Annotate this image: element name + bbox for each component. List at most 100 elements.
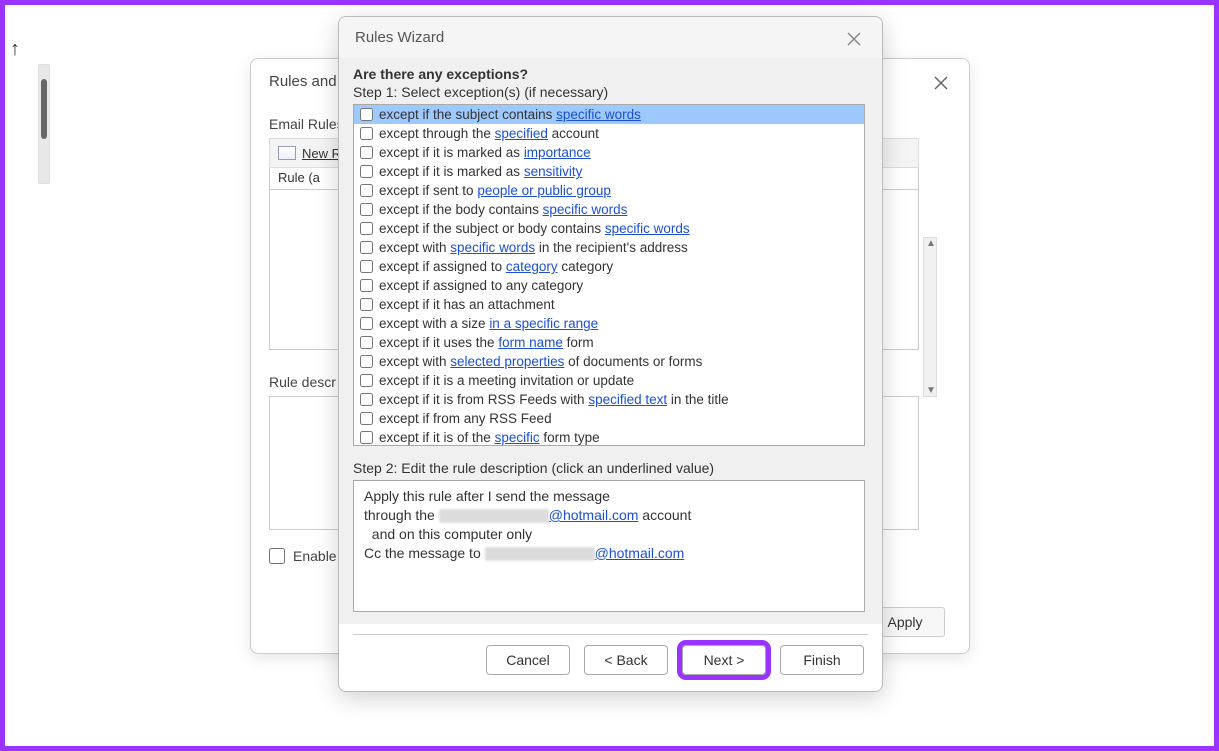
exception-checkbox[interactable] — [360, 184, 373, 197]
account-link[interactable]: @hotmail.com — [549, 507, 639, 523]
list-scrollbar[interactable]: ▲ ▼ — [923, 237, 937, 397]
exception-link[interactable]: importance — [524, 145, 591, 160]
next-button[interactable]: Next > — [682, 645, 766, 675]
exception-link[interactable]: specific words — [605, 221, 690, 236]
close-icon[interactable] — [929, 71, 953, 95]
enable-label: Enable — [293, 548, 337, 564]
exception-item[interactable]: except if it is marked as sensitivity — [354, 162, 864, 181]
exception-item[interactable]: except if it is marked as importance — [354, 143, 864, 162]
exception-label: except if from any RSS Feed — [379, 411, 552, 426]
exception-checkbox[interactable] — [360, 393, 373, 406]
rules-wizard-dialog: Rules Wizard Are there any exceptions? S… — [338, 16, 883, 692]
exception-item[interactable]: except if from any RSS Feed — [354, 409, 864, 428]
exceptions-list[interactable]: except if the subject contains specific … — [353, 104, 865, 446]
exception-checkbox[interactable] — [360, 146, 373, 159]
exception-label: except if assigned to any category — [379, 278, 583, 293]
exception-label: except if it is of the specific form typ… — [379, 430, 600, 445]
exception-checkbox[interactable] — [360, 431, 373, 444]
exception-label: except with selected properties of docum… — [379, 354, 702, 369]
exception-item[interactable]: except if it is from RSS Feeds with spec… — [354, 390, 864, 409]
desc-line-2: through the @hotmail.com account — [364, 506, 854, 525]
up-arrow-icon: ↑ — [10, 38, 20, 61]
cancel-button[interactable]: Cancel — [486, 645, 570, 675]
wizard-question: Are there any exceptions? — [353, 66, 868, 82]
exception-link[interactable]: specific words — [556, 107, 641, 122]
exception-item[interactable]: except with a size in a specific range — [354, 314, 864, 333]
desc-line-4: Cc the message to @hotmail.com — [364, 544, 854, 563]
exception-checkbox[interactable] — [360, 336, 373, 349]
step1-label: Step 1: Select exception(s) (if necessar… — [353, 84, 868, 100]
exception-label: except if the subject or body contains s… — [379, 221, 690, 236]
exception-link[interactable]: specific words — [450, 240, 535, 255]
exception-checkbox[interactable] — [360, 127, 373, 140]
exception-checkbox[interactable] — [360, 241, 373, 254]
exception-link[interactable]: specified — [495, 126, 548, 141]
scroll-down-icon[interactable]: ▼ — [926, 385, 936, 396]
back-button[interactable]: < Back — [584, 645, 668, 675]
exception-checkbox[interactable] — [360, 374, 373, 387]
exception-label: except if it has an attachment — [379, 297, 555, 312]
exception-link[interactable]: category — [506, 259, 558, 274]
exception-label: except if it is from RSS Feeds with spec… — [379, 392, 729, 407]
scroll-up-icon[interactable]: ▲ — [926, 238, 936, 249]
exception-item[interactable]: except if assigned to any category — [354, 276, 864, 295]
exception-item[interactable]: except if it has an attachment — [354, 295, 864, 314]
exception-link[interactable]: specific — [495, 430, 540, 445]
new-rule-icon — [278, 146, 296, 160]
redacted-recipient — [485, 547, 595, 561]
recipient-link[interactable]: @hotmail.com — [595, 545, 685, 561]
exception-item[interactable]: except if assigned to category category — [354, 257, 864, 276]
exception-label: except if assigned to category category — [379, 259, 613, 274]
exception-label: except if the subject contains specific … — [379, 107, 641, 122]
exception-item[interactable]: except if the subject or body contains s… — [354, 219, 864, 238]
exception-label: except if sent to people or public group — [379, 183, 611, 198]
separator — [353, 634, 868, 635]
exception-checkbox[interactable] — [360, 317, 373, 330]
exception-item[interactable]: except if sent to people or public group — [354, 181, 864, 200]
exception-label: except with a size in a specific range — [379, 316, 598, 331]
desc-line-1: Apply this rule after I send the message — [364, 487, 854, 506]
left-scrollbar[interactable] — [38, 64, 50, 184]
exception-label: except if it is marked as sensitivity — [379, 164, 582, 179]
exception-label: except through the specified account — [379, 126, 599, 141]
exception-link[interactable]: selected properties — [450, 354, 564, 369]
rule-description-editor[interactable]: Apply this rule after I send the message… — [353, 480, 865, 612]
exception-item[interactable]: except if it uses the form name form — [354, 333, 864, 352]
exception-item[interactable]: except if it is of the specific form typ… — [354, 428, 864, 446]
exception-checkbox[interactable] — [360, 298, 373, 311]
exception-link[interactable]: in a specific range — [489, 316, 598, 331]
exception-link[interactable]: sensitivity — [524, 164, 583, 179]
wizard-button-row: Cancel < Back Next > Finish — [486, 645, 864, 675]
exception-checkbox[interactable] — [360, 165, 373, 178]
step2-label: Step 2: Edit the rule description (click… — [353, 460, 868, 476]
enable-checkbox-input[interactable] — [269, 548, 285, 564]
exception-item[interactable]: except if it is a meeting invitation or … — [354, 371, 864, 390]
desc-line-3: and on this computer only — [364, 525, 854, 544]
exception-link[interactable]: people or public group — [477, 183, 611, 198]
exception-link[interactable]: specific words — [543, 202, 628, 217]
close-icon[interactable] — [842, 27, 866, 51]
exception-checkbox[interactable] — [360, 355, 373, 368]
scrollbar-thumb[interactable] — [41, 79, 47, 139]
finish-button[interactable]: Finish — [780, 645, 864, 675]
exception-checkbox[interactable] — [360, 222, 373, 235]
redacted-account — [439, 509, 549, 523]
exception-label: except if the body contains specific wor… — [379, 202, 627, 217]
exception-checkbox[interactable] — [360, 412, 373, 425]
exception-label: except if it is a meeting invitation or … — [379, 373, 634, 388]
exception-item[interactable]: except through the specified account — [354, 124, 864, 143]
exception-item[interactable]: except with specific words in the recipi… — [354, 238, 864, 257]
exception-checkbox[interactable] — [360, 108, 373, 121]
exception-label: except if it is marked as importance — [379, 145, 591, 160]
exception-link[interactable]: specified text — [588, 392, 667, 407]
exception-label: except if it uses the form name form — [379, 335, 594, 350]
exception-checkbox[interactable] — [360, 279, 373, 292]
new-rule-button[interactable]: New R — [302, 146, 341, 161]
exception-item[interactable]: except with selected properties of docum… — [354, 352, 864, 371]
wizard-title: Rules Wizard — [339, 17, 882, 58]
exception-checkbox[interactable] — [360, 203, 373, 216]
exception-item[interactable]: except if the subject contains specific … — [354, 105, 864, 124]
exception-item[interactable]: except if the body contains specific wor… — [354, 200, 864, 219]
exception-checkbox[interactable] — [360, 260, 373, 273]
exception-link[interactable]: form name — [498, 335, 563, 350]
